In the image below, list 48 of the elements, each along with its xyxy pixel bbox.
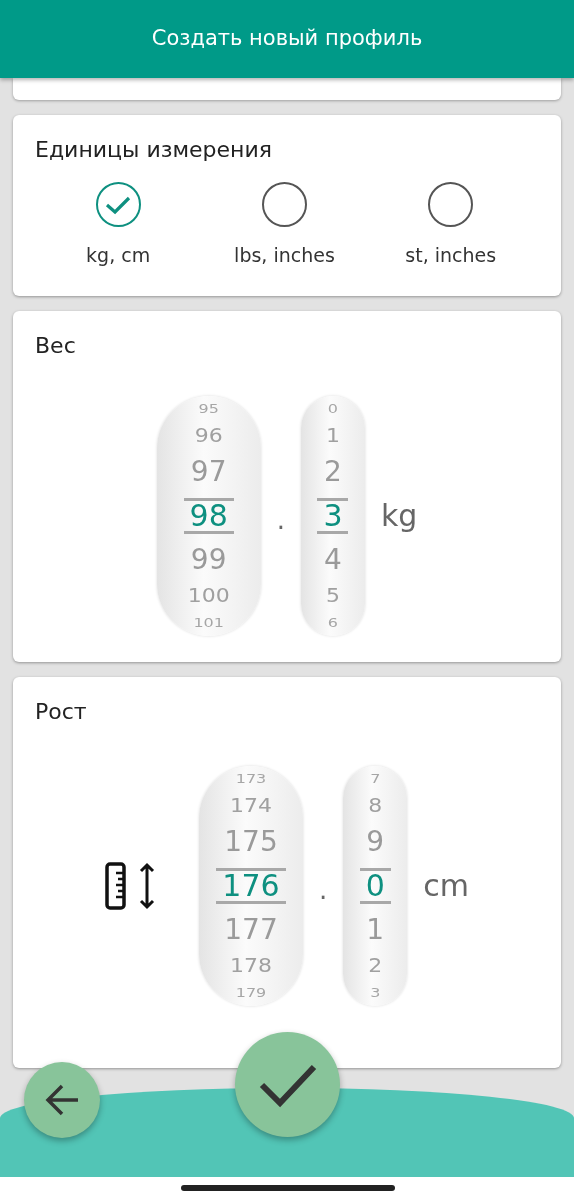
decimal-wheel[interactable]: 7 8 9 0 1 2 3 — [343, 765, 408, 1006]
header-title: Создать новый профиль — [0, 0, 574, 78]
wheel-value: 95 — [198, 402, 219, 415]
check-icon — [105, 194, 132, 215]
unit-label: kg — [380, 497, 418, 535]
option-label: lbs, inches — [234, 243, 335, 268]
wheel-value: 175 — [224, 827, 278, 856]
back-arrow-icon — [44, 1082, 80, 1118]
wheel-value: 4 — [324, 545, 342, 574]
section-title: Рост — [35, 697, 88, 726]
wheel-value: 177 — [224, 915, 278, 944]
wheel-value: 1 — [366, 915, 385, 944]
section-title: Вес — [35, 331, 77, 360]
section-title: Единицы измерения — [35, 136, 273, 164]
wheel-value: 2 — [324, 457, 342, 486]
wheel-value: 3 — [370, 986, 381, 999]
unit-label: cm — [423, 867, 469, 905]
decimal-point: . — [276, 504, 285, 537]
wheel-value: 5 — [325, 585, 340, 606]
wheel-value: 1 — [325, 425, 340, 446]
wheel-value: 178 — [230, 955, 272, 976]
option-label: st, inches — [405, 243, 497, 268]
selected-value: 3 — [317, 497, 349, 534]
wheel-value: 2 — [368, 955, 383, 976]
wheel-value: 97 — [190, 457, 227, 486]
selected-value: 0 — [359, 867, 391, 904]
option-label: kg, cm — [86, 243, 151, 268]
wheel-value: 0 — [327, 402, 338, 415]
wheel-value: 174 — [230, 795, 272, 816]
wheel-value: 179 — [235, 986, 267, 999]
wheel-value: 173 — [235, 772, 267, 785]
wheel-value: 7 — [370, 772, 381, 785]
radio-button[interactable] — [261, 182, 307, 227]
wheel-value: 9 — [366, 827, 385, 856]
radio-button[interactable] — [428, 182, 474, 227]
decimal-point: . — [319, 874, 328, 907]
integer-wheel[interactable]: 173 174 175 176 177 178 179 — [199, 765, 303, 1006]
wheel-value: 99 — [190, 545, 227, 574]
selected-value: 98 — [183, 497, 234, 534]
wheel-value: 100 — [187, 585, 230, 606]
wheel-value: 96 — [194, 425, 223, 446]
wheel-value: 6 — [327, 616, 338, 629]
wheel-value: 8 — [368, 795, 383, 816]
selected-value: 176 — [216, 867, 286, 904]
radio-button[interactable] — [95, 182, 141, 227]
integer-wheel[interactable]: 95 96 97 98 99 100 101 — [156, 395, 261, 636]
decimal-wheel[interactable]: 0 1 2 3 4 5 6 — [300, 395, 365, 636]
wheel-value: 101 — [193, 616, 224, 629]
